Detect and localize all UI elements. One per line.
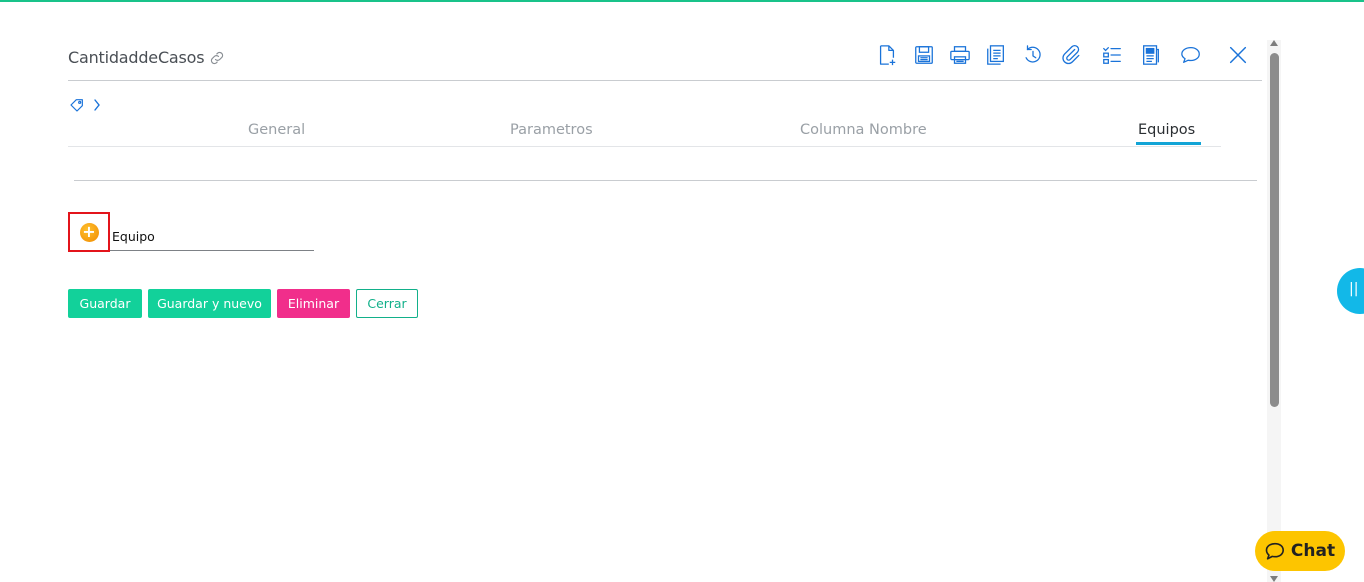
chevron-right-icon[interactable] bbox=[93, 98, 101, 112]
new-document-icon[interactable] bbox=[875, 43, 899, 67]
copy-icon[interactable] bbox=[984, 43, 1008, 67]
save-button[interactable]: Guardar bbox=[68, 289, 142, 318]
side-panel-handle[interactable]: || bbox=[1337, 268, 1364, 314]
tab-equipos[interactable]: Equipos bbox=[1138, 122, 1195, 138]
equipo-field[interactable]: Equipo bbox=[110, 228, 314, 251]
side-handle-symbol: || bbox=[1349, 281, 1359, 297]
tag-icon[interactable] bbox=[69, 97, 85, 113]
comment-icon[interactable] bbox=[1179, 43, 1203, 67]
attachment-icon[interactable] bbox=[1059, 43, 1083, 67]
history-icon[interactable] bbox=[1021, 43, 1045, 67]
scrollbar-thumb[interactable] bbox=[1270, 53, 1279, 407]
close-button[interactable]: Cerrar bbox=[356, 289, 418, 318]
plus-circle-icon[interactable]: + bbox=[79, 222, 99, 242]
active-tab-indicator bbox=[1136, 142, 1201, 145]
delete-button[interactable]: Eliminar bbox=[277, 289, 350, 318]
section-divider bbox=[74, 180, 1257, 181]
tab-general[interactable]: General bbox=[248, 122, 305, 138]
breadcrumb bbox=[69, 97, 101, 113]
chat-label: Chat bbox=[1290, 541, 1336, 561]
save-and-new-button[interactable]: Guardar y nuevo bbox=[148, 289, 271, 318]
title-divider bbox=[68, 80, 1262, 81]
print-icon[interactable] bbox=[948, 43, 972, 67]
scroll-down-arrow[interactable] bbox=[1270, 576, 1278, 582]
close-icon[interactable] bbox=[1226, 43, 1250, 67]
page-header: CantidaddeCasos bbox=[68, 48, 226, 67]
tab-bar: General Parametros Columna Nombre Equipo… bbox=[68, 120, 1221, 147]
chat-bubble-icon bbox=[1265, 542, 1284, 560]
save-icon[interactable] bbox=[912, 43, 936, 67]
tab-columna-nombre[interactable]: Columna Nombre bbox=[800, 122, 927, 138]
scroll-up-arrow[interactable] bbox=[1270, 40, 1278, 46]
checklist-icon[interactable] bbox=[1100, 43, 1124, 67]
chat-button[interactable]: Chat bbox=[1255, 531, 1345, 571]
form-icon[interactable] bbox=[1139, 43, 1163, 67]
add-equipo-button[interactable]: + bbox=[68, 212, 110, 252]
page-title: CantidaddeCasos bbox=[68, 48, 205, 67]
tab-parametros[interactable]: Parametros bbox=[510, 122, 593, 138]
top-accent-bar bbox=[0, 0, 1364, 2]
equipo-label: Equipo bbox=[112, 229, 155, 244]
link-icon[interactable] bbox=[208, 49, 226, 67]
